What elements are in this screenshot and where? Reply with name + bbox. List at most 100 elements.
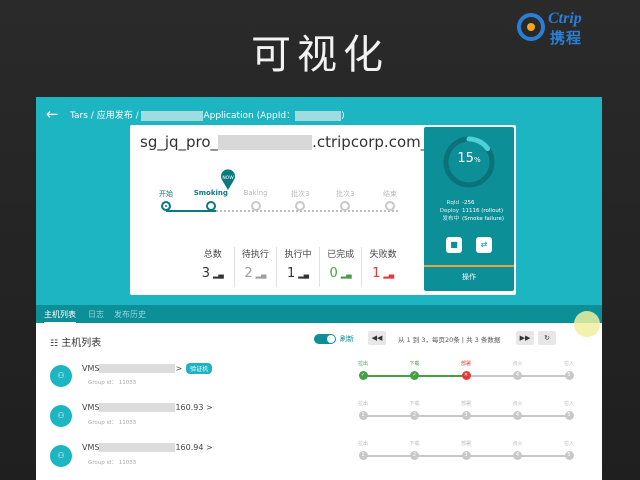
breadcrumb-close: ) xyxy=(341,111,345,121)
host-step-track: 拉出 1 下载 2 部署 3 点火 4 拉入 5 xyxy=(348,440,584,468)
host-step-label: 下载 xyxy=(409,361,420,367)
host-row: ⚇ VMS > 验证机 Group id： 11033 拉出 ✓ 下载 ✓ 部署 ✕ 点火 4 拉入 5 xyxy=(36,357,602,394)
stop-button[interactable]: ■ xyxy=(446,237,462,253)
step-number: 1 xyxy=(358,451,368,460)
host-group-id: Group id： 11033 xyxy=(88,460,137,466)
host-name[interactable]: VMS 160.94 > xyxy=(82,443,213,452)
stat-label: 总数 xyxy=(203,250,222,260)
pipeline-step-dot xyxy=(295,201,306,211)
host-step-label: 点火 xyxy=(512,441,523,447)
host-name-suffix: 160.94 > xyxy=(175,443,213,452)
breadcrumb-root[interactable]: Tars xyxy=(70,111,88,121)
breadcrumb: Tars / 应用发布 / Application (AppId：) xyxy=(70,110,345,121)
next-page-button[interactable]: ▶▶ xyxy=(516,331,534,345)
retry-button[interactable]: ⇄ xyxy=(476,237,492,253)
stat-label: 失败数 xyxy=(369,250,397,260)
deploy-info-row: RqId -256 xyxy=(430,199,508,207)
tab-item[interactable]: 发布历史 xyxy=(114,309,146,320)
host-step-label: 下载 xyxy=(409,441,420,447)
step-number: 2 xyxy=(410,451,419,460)
host-step: 拉出 1 xyxy=(348,440,378,460)
app-full-name: sg_jq_pro_ .ctripcorp.com_... xyxy=(140,133,443,151)
host-step: 部署 3 xyxy=(451,440,481,460)
host-step-label: 部署 xyxy=(460,401,471,407)
pipeline-step: 批次3 xyxy=(320,185,370,211)
host-row: ⚇ VMS 160.93 > Group id： 11033 拉出 1 下载 2 部署 3 点火 4 拉… xyxy=(36,397,602,434)
deploy-info: RqId -256 Deploy 11116 (rollout) 发布中 (Smoke f… xyxy=(430,199,508,223)
prev-page-button[interactable]: ◀◀ xyxy=(368,331,386,345)
app-name-prefix: sg_jq_pro_ xyxy=(140,133,219,151)
server-icon: ⚇ xyxy=(50,445,72,467)
deploy-info-key: Deploy xyxy=(439,208,459,214)
tab-item[interactable]: 主机列表 xyxy=(44,309,76,324)
reload-button[interactable]: ↻ xyxy=(538,331,556,345)
redacted-app-id xyxy=(295,110,342,121)
ctrip-dolphin-icon xyxy=(517,13,545,41)
stat-item: 待执行 2 ▂▄ xyxy=(235,247,278,287)
stat-value: 1 ▂▄ xyxy=(362,266,404,281)
pipeline-step-label: 批次3 xyxy=(291,190,310,198)
check-icon: ✓ xyxy=(410,371,419,380)
pipeline-step-label: Baking xyxy=(243,189,268,197)
pipeline-step-dot xyxy=(161,201,171,211)
pipeline-step-dot xyxy=(340,201,351,211)
host-step: 拉入 5 xyxy=(554,440,584,460)
pipeline-step: 结束 xyxy=(365,185,415,211)
floating-action-button[interactable] xyxy=(574,311,600,337)
deploy-info-row: 发布中 (Smoke failure) xyxy=(430,215,508,223)
pipeline-step: Baking xyxy=(231,185,281,211)
pipeline-step-dot xyxy=(205,201,216,211)
host-step: 拉出 1 xyxy=(348,400,378,420)
stat-number: 1 xyxy=(372,266,381,281)
tab-bar: 主机列表 日志 发布历史 xyxy=(36,305,602,324)
stat-item: 失败数 1 ▂▄ xyxy=(362,247,404,287)
pagination-text: 从 1 到 3，每页20条 | 共 3 条数据 xyxy=(398,336,501,344)
step-number: 5 xyxy=(564,371,574,380)
bar-chart-icon: ▂▄ xyxy=(298,271,310,279)
pipeline-step: 批次3 xyxy=(275,185,325,211)
host-step: 拉出 ✓ xyxy=(348,360,378,380)
host-name-prefix: VMS xyxy=(82,403,100,412)
host-group-id: Group id： 11033 xyxy=(88,380,137,386)
pipeline-step-dot xyxy=(250,201,261,211)
app-header: ← Tars / 应用发布 / Application (AppId：) sg_… xyxy=(36,97,602,305)
step-number: 3 xyxy=(461,411,471,420)
host-step-label: 部署 xyxy=(460,441,471,447)
app-name-suffix: .ctripcorp.com_... xyxy=(312,133,443,151)
host-list-icon: ☷ xyxy=(50,339,59,349)
host-step-label: 拉出 xyxy=(357,401,368,407)
progress-divider xyxy=(424,265,514,267)
bar-chart-icon: ▂▄ xyxy=(340,271,352,279)
stat-item: 总数 3 ▂▄ xyxy=(192,247,235,287)
host-step-label: 拉入 xyxy=(563,441,574,447)
host-step: 下载 ✓ xyxy=(400,360,430,380)
step-number: 4 xyxy=(513,451,522,460)
host-step: 拉入 5 xyxy=(554,400,584,420)
host-list-title-text: 主机列表 xyxy=(61,338,102,349)
host-name[interactable]: VMS 160.93 > xyxy=(82,403,213,412)
bar-chart-icon: ▂▄ xyxy=(383,271,395,279)
deploy-info-key: 发布中 xyxy=(442,216,459,222)
ctrip-logo: Ctrip 携程 xyxy=(516,10,626,47)
bar-chart-icon: ▂▄ xyxy=(255,271,267,279)
server-icon: ⚇ xyxy=(50,365,72,387)
host-row: ⚇ VMS 160.94 > Group id： 11033 拉出 1 下载 2 部署 3 点火 4 拉… xyxy=(36,437,602,474)
stat-label: 已完成 xyxy=(327,250,355,260)
stat-item: 执行中 1 ▂▄ xyxy=(277,247,320,287)
host-name[interactable]: VMS > 验证机 xyxy=(82,363,213,374)
deploy-info-row: Deploy 11116 (rollout) xyxy=(430,207,508,215)
pipeline-step-dot xyxy=(385,201,395,211)
step-number: 2 xyxy=(410,411,419,420)
pipeline-step-label: 结束 xyxy=(383,190,397,198)
stat-number: 0 xyxy=(329,266,338,281)
back-arrow-icon[interactable]: ← xyxy=(46,105,59,123)
server-icon: ⚇ xyxy=(50,405,72,427)
tab-item[interactable]: 日志 xyxy=(88,309,104,320)
auto-refresh-toggle[interactable] xyxy=(314,334,336,344)
host-step-label: 拉入 xyxy=(563,401,574,407)
breadcrumb-section[interactable]: 应用发布 xyxy=(97,111,133,121)
now-tag: NOW xyxy=(222,175,234,181)
host-step-track: 拉出 1 下载 2 部署 3 点火 4 拉入 5 xyxy=(348,400,584,428)
host-name-suffix: > xyxy=(175,364,183,373)
cross-icon: ✕ xyxy=(461,371,471,380)
